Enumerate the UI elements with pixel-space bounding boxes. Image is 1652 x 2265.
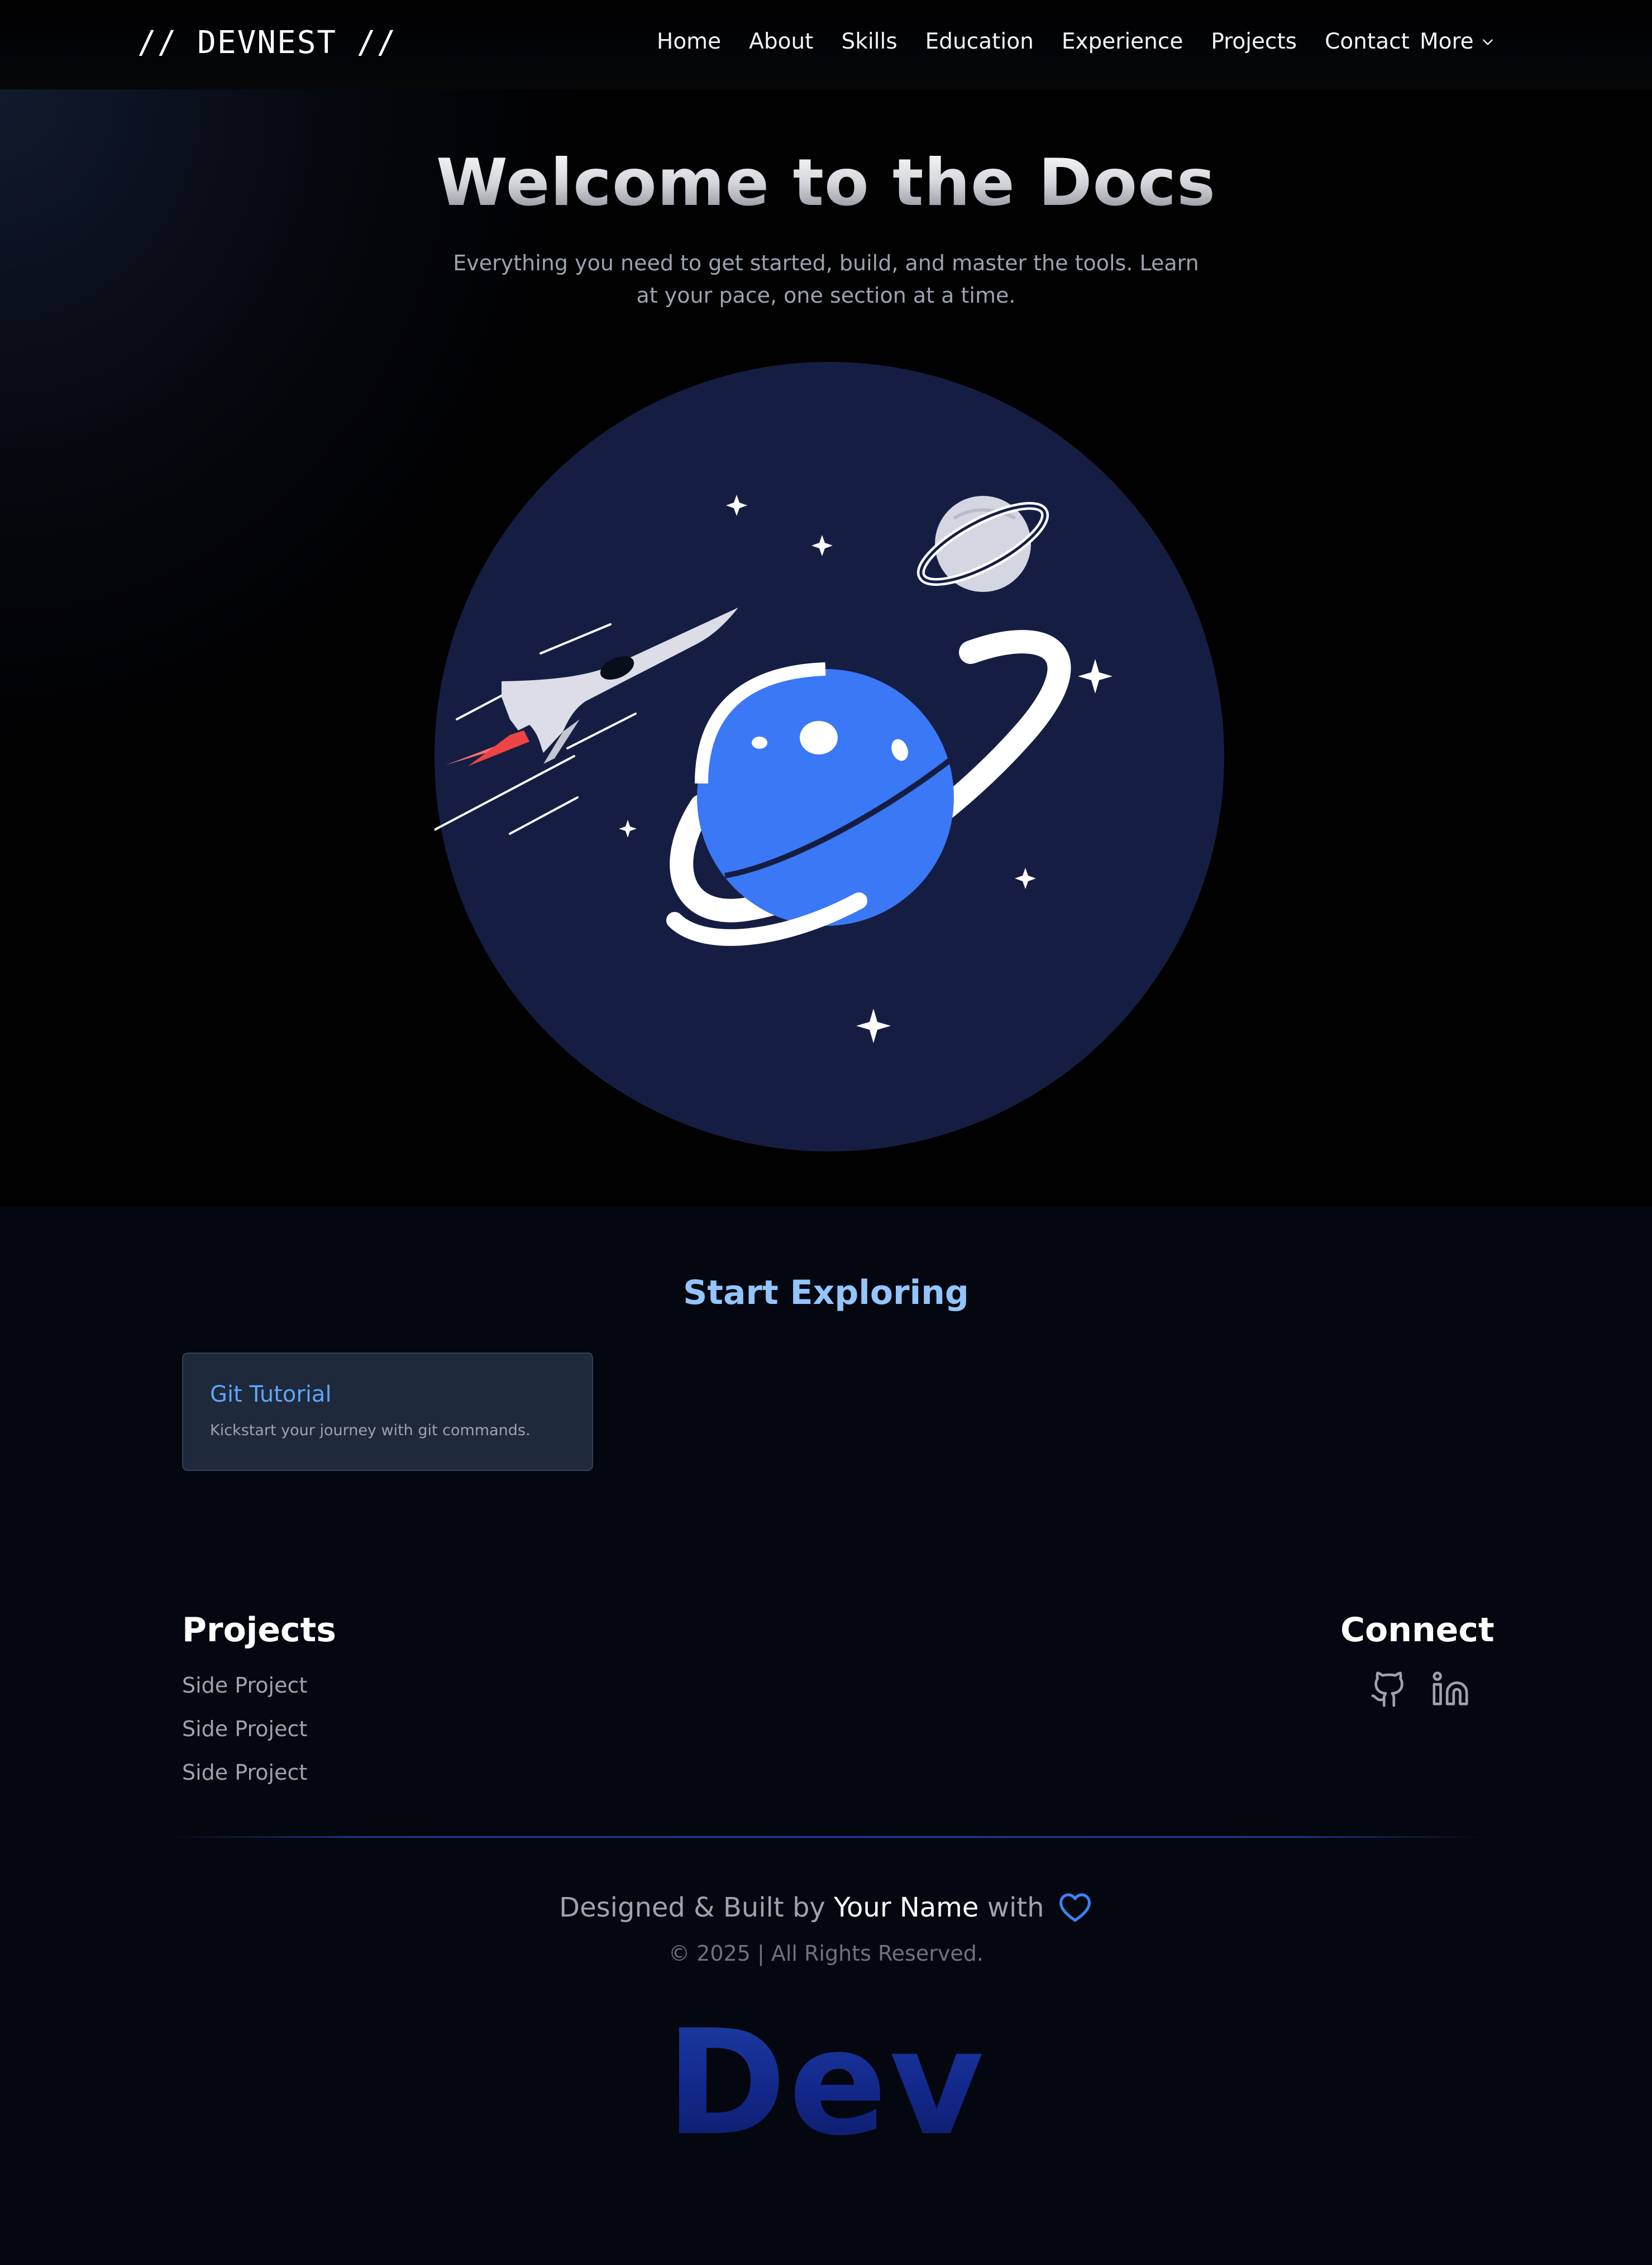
nav-links: Home About Skills Education Experience P… — [657, 29, 1410, 54]
footer-project-link[interactable]: Side Project — [182, 1673, 307, 1698]
explore-title: Start Exploring — [683, 1273, 969, 1312]
hero-title: Welcome to the Docs — [0, 145, 1652, 221]
nav-link-skills[interactable]: Skills — [841, 29, 897, 54]
more-label: More — [1420, 29, 1474, 54]
dev-wordmark: Dev — [0, 1999, 1652, 2168]
nav-link-projects[interactable]: Projects — [1211, 29, 1297, 54]
card-git-tutorial[interactable]: Git Tutorial Kickstart your journey with… — [182, 1353, 593, 1471]
credit-name: Your Name — [834, 1892, 979, 1923]
nav-link-home[interactable]: Home — [657, 29, 721, 54]
card-description: Kickstart your journey with git commands… — [210, 1422, 531, 1439]
more-dropdown[interactable]: More — [1420, 29, 1495, 54]
hero-subtitle: Everything you need to get started, buil… — [453, 251, 1199, 308]
footer-credit: Designed & Built by Your Name with — [0, 1892, 1652, 1923]
github-icon[interactable] — [1369, 1670, 1409, 1709]
footer-project-link[interactable]: Side Project — [182, 1717, 307, 1741]
footer-projects-list: Side Project Side Project Side Project — [182, 1673, 307, 1785]
connect-title: Connect — [1340, 1611, 1495, 1650]
copyright: © 2025 | All Rights Reserved. — [669, 1941, 983, 1966]
nav-link-contact[interactable]: Contact — [1325, 29, 1410, 54]
site-logo[interactable]: // DEVNEST // — [137, 25, 397, 61]
nav-link-experience[interactable]: Experience — [1062, 29, 1183, 54]
space-illustration — [435, 362, 1224, 1151]
nav-link-education[interactable]: Education — [925, 29, 1034, 54]
heart-icon — [1059, 1893, 1091, 1922]
chevron-down-icon — [1482, 39, 1493, 45]
navbar: // DEVNEST // Home About Skills Educatio… — [0, 0, 1652, 89]
linkedin-icon[interactable] — [1431, 1670, 1470, 1709]
nav-link-about[interactable]: About — [749, 29, 813, 54]
credit-suffix: with — [987, 1892, 1044, 1923]
footer-divider — [168, 1836, 1484, 1838]
footer-project-link[interactable]: Side Project — [182, 1760, 307, 1785]
footer-projects-title: Projects — [182, 1611, 337, 1650]
hero-section: Welcome to the Docs Everything you need … — [0, 89, 1652, 1206]
credit-prefix: Designed & Built by — [559, 1892, 825, 1923]
card-title: Git Tutorial — [210, 1382, 332, 1407]
